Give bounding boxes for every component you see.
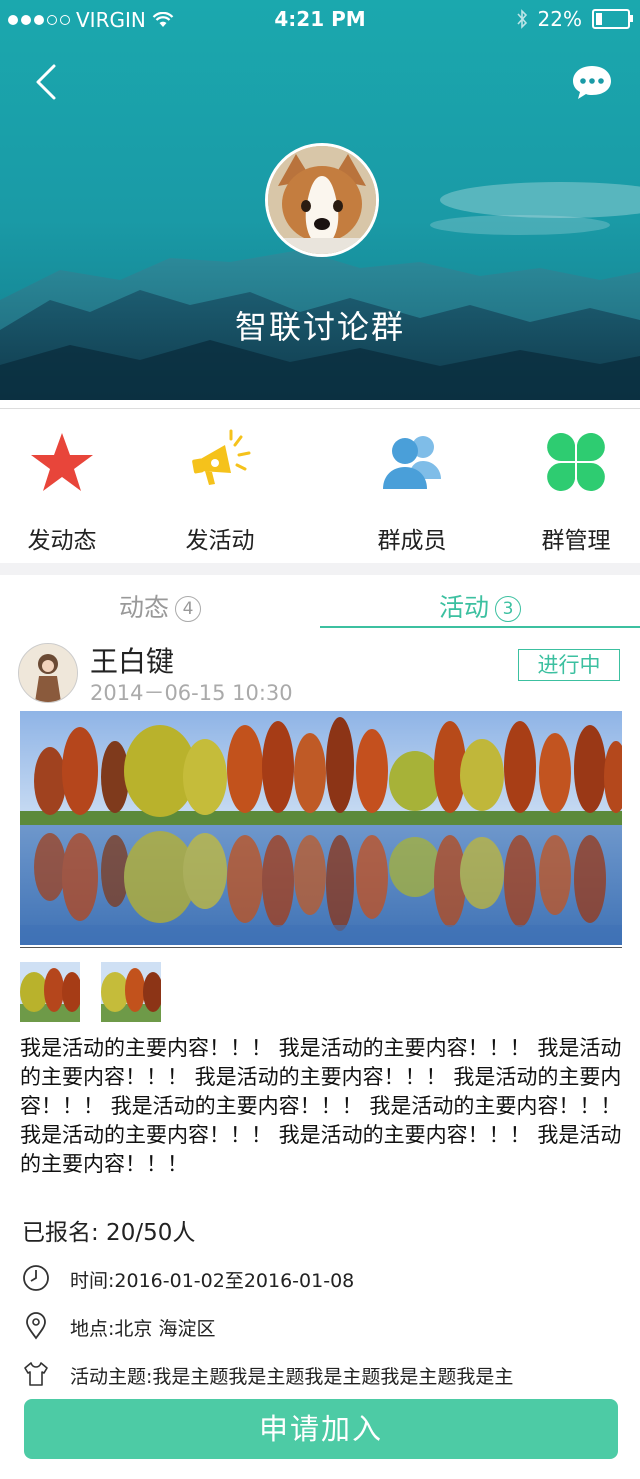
- photo-divider: [20, 947, 622, 948]
- dog-avatar-image: [268, 146, 376, 254]
- post-moment-button[interactable]: 发动态: [0, 427, 132, 555]
- photo-thumbnail[interactable]: [101, 962, 161, 1022]
- post-time: 2014－06-15 10:30: [90, 681, 293, 705]
- star-icon: [31, 433, 93, 491]
- location-pin-icon: [26, 1312, 46, 1340]
- group-actions-bar: 发动态 发活动 群成员 群管理: [0, 408, 640, 565]
- back-arrow-icon[interactable]: [30, 60, 70, 104]
- author-name[interactable]: 王白键: [90, 640, 174, 680]
- battery-percent: 22%: [537, 7, 582, 31]
- group-members-button[interactable]: 群成员: [342, 427, 482, 555]
- activity-photo[interactable]: [20, 711, 622, 945]
- chat-bubble-icon[interactable]: [570, 62, 614, 102]
- girl-avatar-image: [19, 644, 77, 702]
- post-activity-button[interactable]: 发活动: [150, 427, 290, 555]
- activity-location: 地点:北京 海淀区: [70, 1318, 216, 1340]
- clover-icon: [547, 433, 605, 491]
- thumbnail-image: [20, 962, 80, 1022]
- members-icon: [383, 436, 441, 489]
- tshirt-icon: [24, 1362, 48, 1386]
- join-button[interactable]: 申请加入: [24, 1399, 618, 1459]
- active-tab-indicator: [320, 626, 640, 628]
- action-label: 群成员: [377, 528, 447, 554]
- activity-time-row: 时间:2016-01-02至2016-01-08: [22, 1263, 354, 1293]
- tab-label: 活动: [438, 593, 489, 622]
- activity-time: 时间:2016-01-02至2016-01-08: [70, 1270, 355, 1292]
- group-management-button[interactable]: 群管理: [506, 427, 640, 555]
- thumbnail-image: [101, 962, 161, 1022]
- tab-count-badge: 3: [495, 596, 521, 622]
- enrollment-count: 已报名: 20/50人: [22, 1220, 196, 1246]
- megaphone-icon: [192, 429, 251, 485]
- author-avatar[interactable]: [18, 643, 78, 703]
- tab-label: 动态: [118, 593, 169, 622]
- status-badge: 进行中: [518, 649, 620, 681]
- activity-theme: 活动主题:我是主题我是主题我是主题我是主题我是主: [70, 1366, 514, 1388]
- tab-moments[interactable]: 动态 4: [0, 588, 320, 624]
- action-label: 发活动: [185, 528, 255, 554]
- action-label: 群管理: [541, 528, 611, 554]
- tab-bar: 动态 4 活动 3: [0, 576, 640, 628]
- lake-autumn-trees-image: [20, 711, 622, 945]
- action-label: 发动态: [27, 528, 97, 554]
- bluetooth-icon: [516, 9, 527, 29]
- group-name: 智联讨论群: [234, 308, 405, 346]
- clock-icon: [23, 1265, 49, 1291]
- group-avatar[interactable]: [265, 143, 379, 257]
- tab-activities[interactable]: 活动 3: [320, 588, 640, 624]
- battery-icon: [592, 9, 633, 29]
- activity-description: 我是活动的主要内容！！！ 我是活动的主要内容！！！ 我是活动的主要内容！！！ 我…: [20, 1036, 622, 1176]
- photo-thumbnail[interactable]: [20, 962, 80, 1022]
- activity-theme-row: 活动主题:我是主题我是主题我是主题我是主题我是主: [22, 1359, 513, 1389]
- status-bar: VIRGIN 4:21 PM 22%: [0, 0, 640, 40]
- section-divider: [0, 563, 640, 575]
- tab-count-badge: 4: [175, 596, 201, 622]
- group-header-banner: VIRGIN 4:21 PM 22% 智联讨论群: [0, 0, 640, 400]
- activity-location-row: 地点:北京 海淀区: [22, 1311, 215, 1341]
